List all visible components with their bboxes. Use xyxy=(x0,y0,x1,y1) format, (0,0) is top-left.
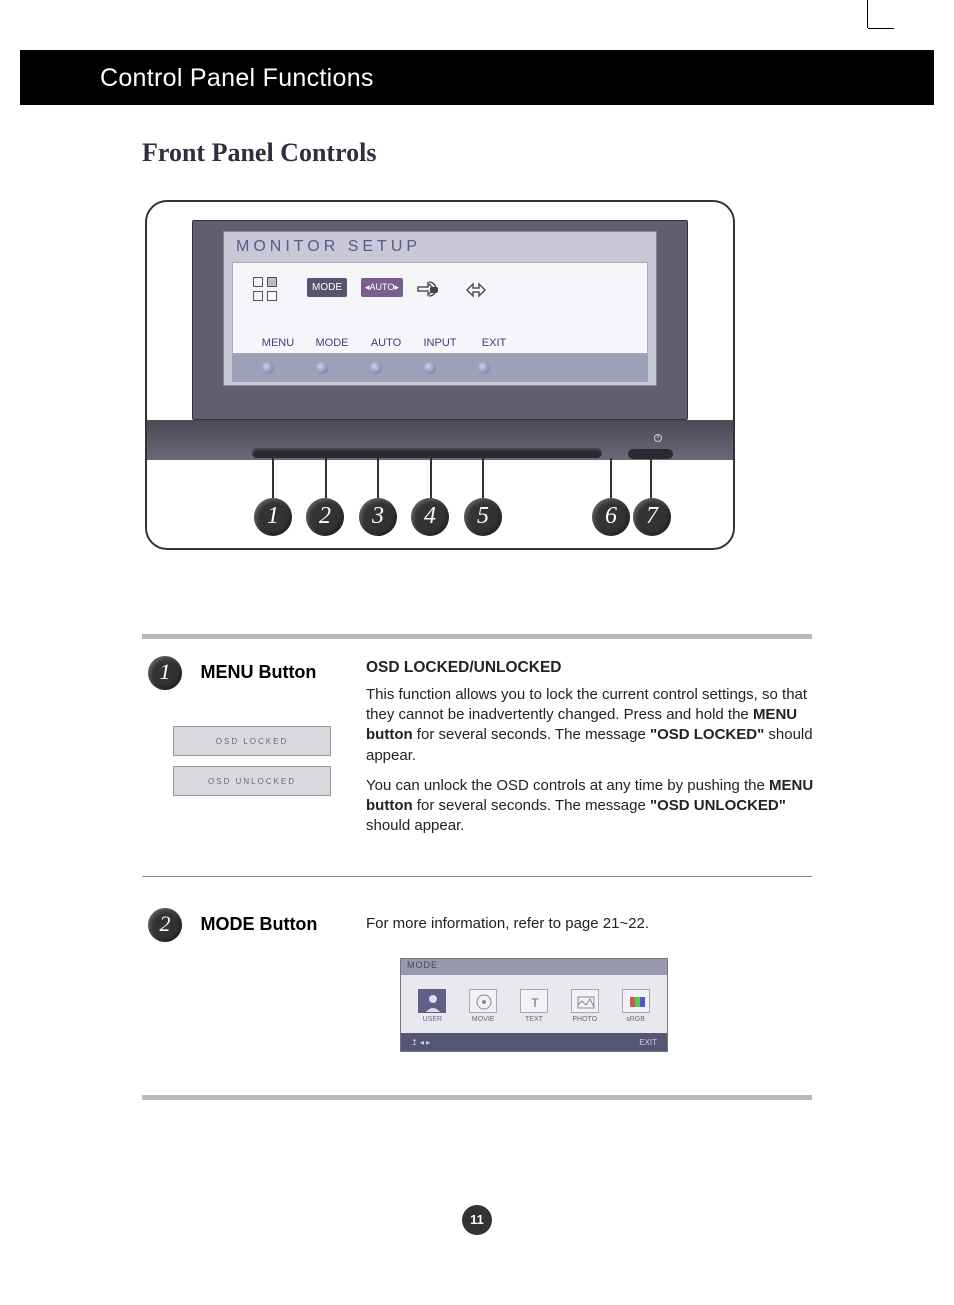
badge-2: 2 xyxy=(148,908,182,942)
monitor-face: MONITOR SETUP MODE ◂AUTO▸ xyxy=(192,220,688,420)
power-icon xyxy=(653,433,663,443)
section-mode-button: 2 MODE Button For more information, refe… xyxy=(148,908,816,942)
mode-exit-label: EXIT xyxy=(639,1038,657,1047)
osd-labels: MENU MODE AUTO INPUT EXIT xyxy=(233,337,647,349)
button-slot xyxy=(252,448,602,458)
callout-3: 3 xyxy=(359,498,397,536)
section2-title: MODE Button xyxy=(200,908,317,935)
front-panel-diagram: MONITOR SETUP MODE ◂AUTO▸ xyxy=(145,200,735,550)
callout-4: 4 xyxy=(411,498,449,536)
input-icon xyxy=(415,279,441,301)
badge-1: 1 xyxy=(148,656,182,690)
mode-icon: MODE xyxy=(307,277,337,303)
mode-item-movie: MOVIE xyxy=(462,989,504,1023)
dot-5 xyxy=(478,362,490,374)
osd-label-exit: EXIT xyxy=(467,337,521,349)
mode-item-user: USER xyxy=(411,989,453,1023)
section1-body: OSD LOCKED/UNLOCKED This function allows… xyxy=(366,658,816,847)
mode-popup-body: USER MOVIE TTEXT PHOTO sRGB xyxy=(401,975,667,1033)
osd-label-input: INPUT xyxy=(413,337,467,349)
osd-title: MONITOR SETUP xyxy=(224,232,656,262)
mode-item-photo: PHOTO xyxy=(564,989,606,1023)
osd-label-auto: AUTO xyxy=(359,337,413,349)
dot-2 xyxy=(316,362,328,374)
osd-inner: MODE ◂AUTO▸ MENU MODE AUTO xyxy=(232,262,648,354)
mode-popup: MODE USER MOVIE TTEXT PHOTO sRGB ↥ ◂ ▸ E… xyxy=(400,958,668,1052)
dot-4 xyxy=(424,362,436,374)
section1-title: MENU Button xyxy=(200,656,316,683)
mode-popup-footer: ↥ ◂ ▸ EXIT xyxy=(401,1033,667,1051)
dot-3 xyxy=(370,362,382,374)
mode-item-srgb: sRGB xyxy=(615,989,657,1023)
header-bar: Control Panel Functions xyxy=(20,50,934,105)
svg-text:T: T xyxy=(531,996,539,1010)
osd-unlocked-box: OSD UNLOCKED xyxy=(173,766,331,796)
auto-icon: ◂AUTO▸ xyxy=(361,277,391,303)
divider-1 xyxy=(142,634,812,639)
callout-1: 1 xyxy=(254,498,292,536)
section1-para1: This function allows you to lock the cur… xyxy=(366,685,816,766)
section1-para2: You can unlock the OSD controls at any t… xyxy=(366,776,816,837)
mode-popup-title: MODE xyxy=(401,959,667,975)
osd-label-menu: MENU xyxy=(251,337,305,349)
power-area xyxy=(623,437,673,463)
osd-locked-box: OSD LOCKED xyxy=(173,726,331,756)
section-menu-button: 1 MENU Button OSD LOCKED OSD UNLOCKED OS… xyxy=(148,656,816,690)
menu-icon xyxy=(253,277,283,303)
osd-label-mode: MODE xyxy=(305,337,359,349)
divider-2 xyxy=(142,876,812,877)
osd-panel: MONITOR SETUP MODE ◂AUTO▸ xyxy=(223,231,657,386)
callout-5: 5 xyxy=(464,498,502,536)
exit-icon xyxy=(465,279,491,301)
button-dot-bar xyxy=(232,354,648,382)
header-title: Control Panel Functions xyxy=(20,50,934,93)
mode-nav-icons: ↥ ◂ ▸ xyxy=(411,1038,430,1047)
page-subtitle: Front Panel Controls xyxy=(142,138,376,168)
section1-heading: OSD LOCKED/UNLOCKED xyxy=(366,658,816,679)
callout-2: 2 xyxy=(306,498,344,536)
dot-1 xyxy=(262,362,274,374)
mode-item-text: TTEXT xyxy=(513,989,555,1023)
page-number: 11 xyxy=(462,1205,492,1235)
callout-6: 6 xyxy=(592,498,630,536)
divider-3 xyxy=(142,1095,812,1100)
section2-body: For more information, refer to page 21~2… xyxy=(366,914,816,934)
callout-7: 7 xyxy=(633,498,671,536)
